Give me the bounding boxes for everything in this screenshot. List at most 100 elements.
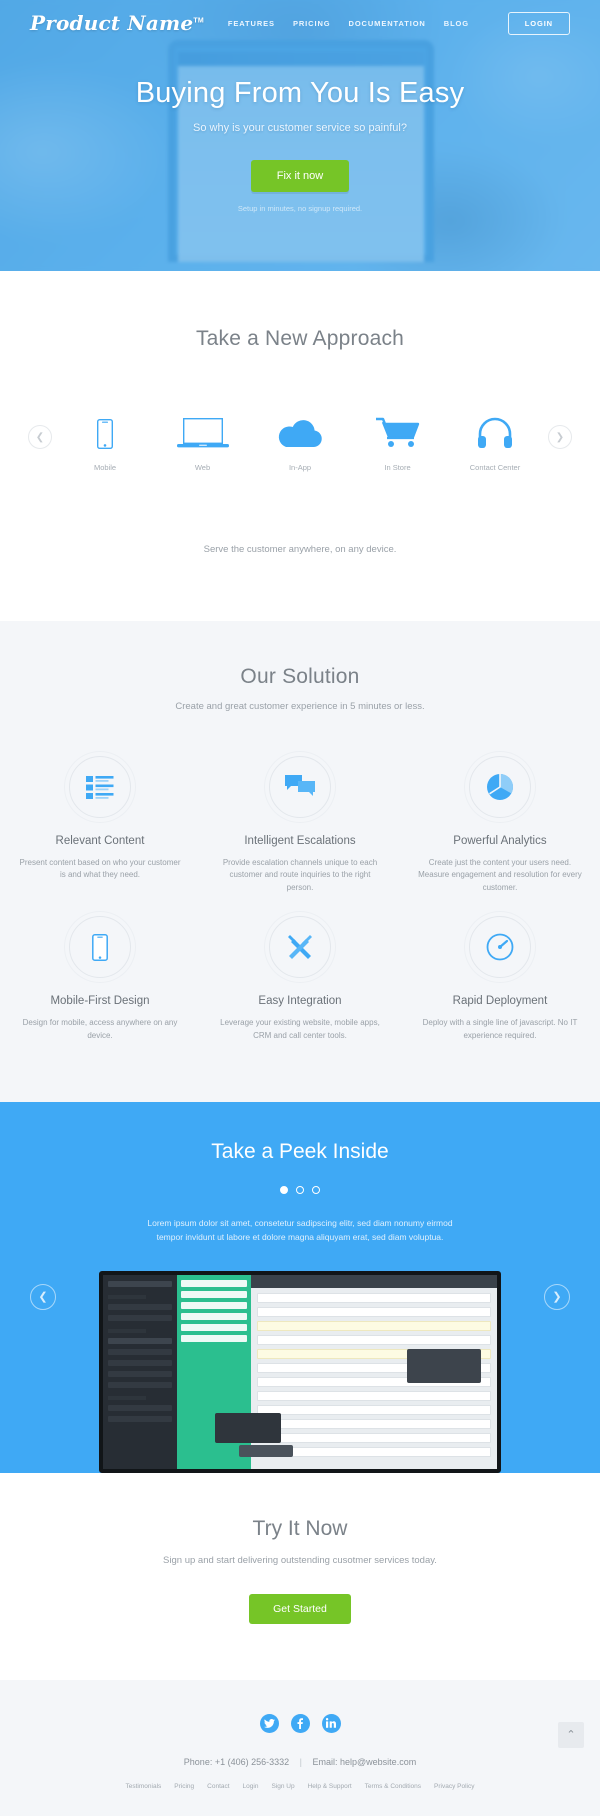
screenshot-sidebar-row bbox=[108, 1337, 172, 1344]
login-button[interactable]: LOGIN bbox=[507, 11, 570, 35]
twitter-icon[interactable] bbox=[259, 1713, 279, 1733]
feature-icon-ring bbox=[68, 916, 131, 979]
peek-dot-nav bbox=[0, 1185, 600, 1194]
get-started-button[interactable]: Get Started bbox=[249, 1593, 351, 1624]
brand-name: Product Name bbox=[30, 11, 194, 35]
screenshot-main-panel bbox=[251, 1274, 497, 1469]
screenshot-bar bbox=[181, 1312, 247, 1320]
feature-easy-integration: Easy Integration Leverage your existing … bbox=[200, 902, 400, 1050]
carousel-item-inapp[interactable]: In-App bbox=[257, 403, 343, 472]
carousel-item-instore[interactable]: In Store bbox=[355, 403, 441, 472]
carousel-label-web: Web bbox=[194, 463, 211, 472]
device-carousel: ❮ ❯ Mobile Web In-App In Store Contact C… bbox=[0, 403, 600, 472]
linkedin-icon[interactable] bbox=[321, 1713, 341, 1733]
footer-link-testimonials[interactable]: Testimonials bbox=[126, 1783, 162, 1790]
screenshot-topbar bbox=[251, 1274, 497, 1288]
feature-icon-ring bbox=[468, 916, 531, 979]
mobile-phone-icon bbox=[92, 933, 108, 961]
feature-title: Mobile-First Design bbox=[50, 995, 150, 1008]
feature-icon-ring bbox=[268, 756, 331, 818]
solution-section: Our Solution Create and great customer e… bbox=[0, 621, 600, 1102]
tryit-title: Try It Now bbox=[252, 1516, 348, 1540]
screenshot-list-item bbox=[257, 1418, 491, 1429]
footer-link-contact[interactable]: Contact bbox=[207, 1783, 229, 1790]
headset-icon bbox=[452, 403, 538, 449]
screenshot-sidebar-row bbox=[108, 1314, 172, 1321]
chevron-up-icon: ⌃ bbox=[566, 1729, 576, 1742]
screenshot-bar bbox=[181, 1323, 247, 1331]
page-footer: Phone: +1 (406) 256-3332 | Email: help@w… bbox=[0, 1679, 600, 1816]
screenshot-sidebar-row bbox=[108, 1370, 172, 1377]
facebook-icon[interactable] bbox=[290, 1713, 310, 1733]
screenshot-list-item bbox=[257, 1320, 491, 1331]
fix-it-now-button[interactable]: Fix it now bbox=[250, 159, 350, 192]
top-navbar: Product NameTM FEATURES PRICING DOCUMENT… bbox=[0, 0, 600, 46]
peek-next-button[interactable]: ❯ bbox=[544, 1283, 570, 1310]
nav-item-features[interactable]: FEATURES bbox=[228, 19, 275, 28]
footer-contact-info: Phone: +1 (406) 256-3332 | Email: help@w… bbox=[0, 1757, 600, 1767]
peek-title: Take a Peek Inside bbox=[211, 1139, 389, 1163]
screenshot-bar bbox=[181, 1334, 247, 1342]
footer-links: Testimonials Pricing Contact Login Sign … bbox=[0, 1783, 600, 1790]
mobile-phone-icon bbox=[62, 403, 148, 449]
chevron-left-icon: ❮ bbox=[38, 1291, 48, 1304]
feature-icon-ring bbox=[68, 756, 131, 818]
peek-inside-section: Take a Peek Inside Lorem ipsum dolor sit… bbox=[0, 1101, 600, 1473]
feature-description: Design for mobile, access anywhere on an… bbox=[22, 1018, 178, 1040]
solution-title: Our Solution bbox=[240, 665, 360, 688]
screenshot-list-item bbox=[257, 1306, 491, 1317]
carousel-label-mobile: Mobile bbox=[93, 463, 117, 472]
brand-logo[interactable]: Product NameTM bbox=[30, 11, 204, 35]
landing-page: Product NameTM FEATURES PRICING DOCUMENT… bbox=[0, 0, 600, 1816]
social-links bbox=[0, 1713, 600, 1733]
screenshot-dialog-popover bbox=[215, 1412, 281, 1443]
screenshot-sidebar-caption bbox=[108, 1294, 147, 1299]
screenshot-bar bbox=[181, 1290, 247, 1298]
screenshot-list-item bbox=[257, 1390, 491, 1401]
screenshot-sidebar-row bbox=[108, 1415, 172, 1422]
nav-item-pricing[interactable]: PRICING bbox=[293, 19, 331, 28]
carousel-next-button[interactable]: ❯ bbox=[548, 425, 572, 449]
hero-down-arrow bbox=[278, 270, 322, 271]
footer-link-login[interactable]: Login bbox=[243, 1783, 259, 1790]
trademark-mark: TM bbox=[193, 17, 204, 25]
carousel-label-contact-center: Contact Center bbox=[469, 463, 521, 472]
hero-section: Product NameTM FEATURES PRICING DOCUMENT… bbox=[0, 0, 600, 271]
back-to-top-button[interactable]: ⌃ bbox=[558, 1721, 584, 1748]
peek-prev-button[interactable]: ❮ bbox=[30, 1283, 56, 1310]
chat-bubbles-icon bbox=[284, 774, 315, 800]
approach-section: Take a New Approach ❮ ❯ Mobile Web In-Ap… bbox=[0, 271, 600, 621]
solution-feature-grid: Relevant Content Present content based o… bbox=[0, 742, 600, 1050]
footer-link-privacy[interactable]: Privacy Policy bbox=[434, 1783, 474, 1790]
peek-dot-1[interactable] bbox=[280, 1185, 288, 1194]
nav-item-documentation[interactable]: DOCUMENTATION bbox=[349, 19, 426, 28]
feature-rapid-deployment: Rapid Deployment Deploy with a single li… bbox=[400, 902, 600, 1050]
carousel-label-instore: In Store bbox=[384, 463, 411, 472]
screenshot-sidebar bbox=[103, 1274, 177, 1469]
peek-dot-2[interactable] bbox=[296, 1185, 304, 1194]
feature-description: Provide escalation channels unique to ea… bbox=[222, 858, 378, 892]
screenshot-list-item bbox=[257, 1404, 491, 1415]
carousel-label-inapp: In-App bbox=[288, 463, 312, 472]
footer-link-signup[interactable]: Sign Up bbox=[271, 1783, 294, 1790]
footer-link-pricing[interactable]: Pricing bbox=[174, 1783, 194, 1790]
screenshot-sidebar-row bbox=[108, 1381, 172, 1388]
hero-signup-note: Setup in minutes, no signup required. bbox=[237, 203, 363, 213]
hero-subtitle: So why is your customer service so painf… bbox=[193, 121, 407, 134]
laptop-icon bbox=[160, 403, 246, 449]
nav-item-blog[interactable]: BLOG bbox=[444, 19, 469, 28]
peek-dot-3[interactable] bbox=[312, 1185, 320, 1194]
list-content-icon bbox=[85, 775, 114, 799]
carousel-item-contact-center[interactable]: Contact Center bbox=[452, 403, 538, 472]
tryit-subtitle: Sign up and start delivering outstending… bbox=[163, 1554, 437, 1566]
footer-link-terms[interactable]: Terms & Conditions bbox=[365, 1783, 421, 1790]
screenshot-list-item bbox=[257, 1432, 491, 1443]
feature-description: Present content based on who your custom… bbox=[19, 858, 181, 880]
carousel-item-mobile[interactable]: Mobile bbox=[62, 403, 148, 472]
shopping-cart-icon bbox=[355, 403, 441, 449]
screenshot-sidebar-caption bbox=[108, 1328, 147, 1333]
carousel-prev-button[interactable]: ❮ bbox=[28, 425, 52, 449]
footer-link-help-support[interactable]: Help & Support bbox=[308, 1783, 352, 1790]
carousel-item-web[interactable]: Web bbox=[160, 403, 246, 472]
screenshot-sidebar-caption bbox=[108, 1395, 147, 1400]
